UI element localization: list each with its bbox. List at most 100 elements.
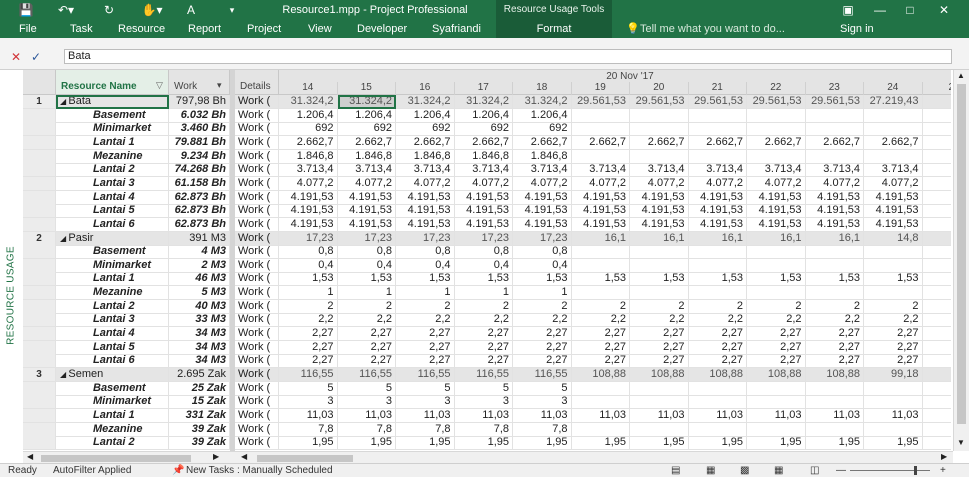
work-value-cell[interactable]: 1,53	[571, 272, 630, 287]
select-all-corner[interactable]	[23, 70, 56, 95]
details-label[interactable]: Work (	[235, 95, 279, 109]
work-value-cell[interactable]: 5	[396, 381, 455, 396]
work-value-cell[interactable]: 2,2	[630, 313, 689, 328]
status-new-tasks[interactable]: New Tasks : Manually Scheduled	[186, 464, 333, 478]
resource-name-cell[interactable]: Basement	[56, 245, 169, 260]
work-value-cell[interactable]: 7,8	[337, 422, 396, 437]
work-value-cell[interactable]	[630, 258, 689, 273]
resource-name-cell[interactable]: Minimarket	[56, 122, 169, 137]
work-value-cell[interactable]: 1,95	[396, 436, 455, 451]
work-value-cell[interactable]	[688, 395, 747, 410]
work-value-cell[interactable]: 2	[630, 299, 689, 314]
work-value-cell[interactable]: 3.713,4	[747, 163, 806, 178]
details-label[interactable]: Work (	[235, 190, 279, 205]
work-value-cell[interactable]: 31.324,2	[454, 95, 513, 109]
work-value-cell[interactable]: 2,27	[864, 327, 923, 342]
work-value-cell[interactable]: 99,18	[864, 368, 923, 382]
work-value-cell[interactable]	[922, 409, 951, 423]
work-value-cell[interactable]: 2.662,7	[864, 135, 923, 150]
work-value-cell[interactable]: 2,27	[279, 327, 338, 342]
resource-sheet-icon[interactable]: ▦	[774, 464, 783, 478]
row-id[interactable]: 3	[23, 368, 56, 382]
zoom-slider[interactable]	[850, 470, 930, 471]
details-label[interactable]: Work (	[235, 108, 279, 123]
work-value-cell[interactable]	[571, 149, 630, 164]
details-label[interactable]: Work (	[235, 176, 279, 191]
work-value-cell[interactable]: 4.077,2	[513, 176, 572, 191]
work-value-cell[interactable]: 116,55	[279, 368, 338, 382]
work-value-cell[interactable]: 11,03	[747, 408, 806, 423]
work-value-cell[interactable]: 4.077,2	[337, 176, 396, 191]
work-value-cell[interactable]	[571, 108, 630, 123]
work-value-cell[interactable]: 4.191,53	[279, 204, 338, 219]
resource-name-cell[interactable]: Lantai 1	[56, 408, 169, 423]
work-cell[interactable]: 62.873 Bh	[169, 204, 230, 219]
work-value-cell[interactable]: 2,27	[805, 354, 864, 369]
work-value-cell[interactable]: 108,88	[688, 368, 747, 382]
work-value-cell[interactable]: 2	[805, 299, 864, 314]
work-value-cell[interactable]: 4.191,53	[337, 217, 396, 232]
work-value-cell[interactable]: 2,2	[396, 313, 455, 328]
work-value-cell[interactable]: 2,27	[747, 327, 806, 342]
work-value-cell[interactable]: 3.713,4	[805, 163, 864, 178]
work-cell[interactable]: 331 Zak	[169, 408, 230, 423]
work-value-cell[interactable]	[805, 245, 864, 260]
work-value-cell[interactable]: 3.713,4	[454, 163, 513, 178]
work-value-cell[interactable]: 2,27	[279, 340, 338, 355]
tab-format[interactable]: Format	[496, 21, 612, 38]
work-value-cell[interactable]: 3.713,4	[279, 163, 338, 178]
work-value-cell[interactable]: 2,27	[805, 327, 864, 342]
work-value-cell[interactable]	[922, 423, 951, 437]
work-value-cell[interactable]: 0,4	[454, 258, 513, 273]
work-value-cell[interactable]	[922, 150, 951, 164]
work-value-cell[interactable]: 29.561,53	[688, 95, 747, 109]
close-icon[interactable]: ✕	[932, 0, 956, 21]
entry-input[interactable]: Bata	[64, 49, 952, 64]
work-value-cell[interactable]: 11,03	[864, 408, 923, 423]
resource-name-cell[interactable]: Lantai 1	[56, 135, 169, 150]
work-value-cell[interactable]	[571, 381, 630, 396]
timescale-day[interactable]: 18	[513, 82, 572, 95]
work-value-cell[interactable]: 17,23	[454, 231, 513, 246]
work-value-cell[interactable]: 11,03	[513, 408, 572, 423]
row-id[interactable]	[23, 258, 56, 273]
work-value-cell[interactable]: 108,88	[571, 368, 630, 382]
details-label[interactable]: Work (	[235, 204, 279, 219]
work-value-cell[interactable]: 1,53	[279, 272, 338, 287]
work-value-cell[interactable]: 4.191,53	[805, 204, 864, 219]
work-value-cell[interactable]: 1.846,8	[337, 149, 396, 164]
work-value-cell[interactable]: 4.077,2	[805, 176, 864, 191]
work-value-cell[interactable]: 2.	[922, 136, 951, 150]
work-value-cell[interactable]: 1,53	[630, 272, 689, 287]
work-value-cell[interactable]: 3.713,4	[688, 163, 747, 178]
work-value-cell[interactable]: 4.077,2	[747, 176, 806, 191]
row-id[interactable]	[23, 190, 56, 205]
details-label[interactable]: Work (	[235, 313, 279, 328]
work-value-cell[interactable]: 3	[337, 395, 396, 410]
work-value-cell[interactable]: 4.191,53	[630, 204, 689, 219]
text-format-icon[interactable]: A	[182, 0, 200, 21]
timescale-day[interactable]: 19	[572, 82, 630, 95]
work-cell[interactable]: 25 Zak	[169, 381, 230, 396]
work-value-cell[interactable]	[630, 286, 689, 301]
work-value-cell[interactable]: 2,27	[454, 327, 513, 342]
row-id[interactable]	[23, 135, 56, 150]
row-id[interactable]	[23, 204, 56, 219]
details-label[interactable]: Work (	[235, 354, 279, 369]
row-id[interactable]	[23, 176, 56, 191]
work-value-cell[interactable]: 4.191,53	[747, 204, 806, 219]
work-value-cell[interactable]	[630, 122, 689, 137]
resource-name-cell[interactable]: Lantai 3	[56, 313, 169, 328]
zoom-slider-thumb[interactable]	[914, 466, 917, 475]
work-value-cell[interactable]	[688, 422, 747, 437]
work-value-cell[interactable]: 2,27	[630, 340, 689, 355]
row-id[interactable]	[23, 299, 56, 314]
work-value-cell[interactable]: 31.324,2	[396, 95, 455, 109]
work-value-cell[interactable]: 2.662,7	[630, 135, 689, 150]
work-value-cell[interactable]: 2,2	[805, 313, 864, 328]
work-value-cell[interactable]: 2,27	[513, 340, 572, 355]
work-value-cell[interactable]: 4.1	[922, 218, 951, 232]
work-value-cell[interactable]: 2,27	[454, 354, 513, 369]
work-value-cell[interactable]	[864, 258, 923, 273]
work-cell[interactable]: 62.873 Bh	[169, 190, 230, 205]
